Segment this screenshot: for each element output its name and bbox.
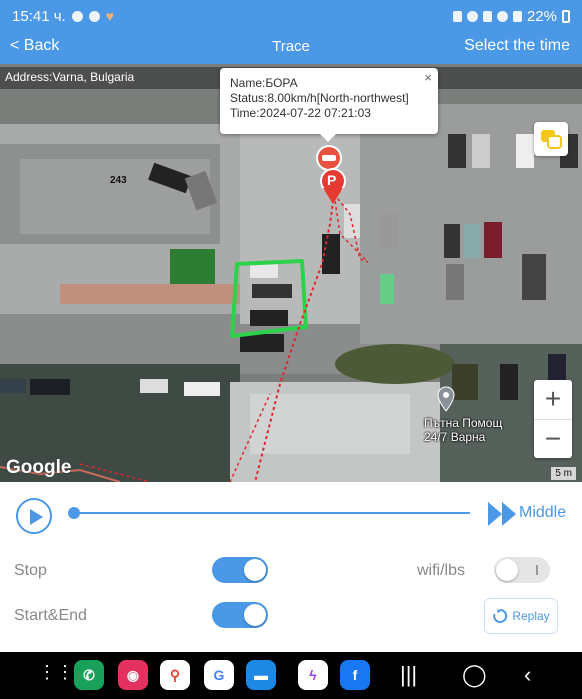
messenger-app-icon[interactable]: ϟ [298, 660, 328, 690]
bluetooth-icon [482, 10, 492, 22]
map-scale: 5 m [551, 467, 576, 480]
toggle-knob [244, 604, 266, 626]
stop-toggle[interactable] [212, 557, 268, 583]
apps-grid-icon[interactable]: ⋮⋮ [38, 662, 74, 683]
poi-label-line1: Пътна Помощ [424, 416, 503, 430]
start-end-toggle[interactable] [212, 602, 268, 628]
parking-marker-label: P [327, 172, 337, 188]
facebook-notification-icon [88, 10, 100, 22]
popup-name: Name:БОРА [230, 76, 298, 90]
poi-label-line2: 24/7 Варна [424, 430, 486, 444]
battery-percent: 22% [526, 7, 557, 25]
phone-app-icon[interactable]: ✆ [74, 660, 104, 690]
wifi-lbs-label: wifi/lbs [417, 562, 466, 579]
home-button-icon[interactable]: ◯ [462, 662, 487, 688]
messages-app-icon[interactable]: ▬ [246, 660, 276, 690]
maps-app-icon[interactable]: ⚲ [160, 660, 190, 690]
stop-label: Stop [14, 562, 47, 579]
system-navigation-bar: ⋮⋮ ✆ ◉ ⚲ G ▬ ϟ f ||| ◯ ‹ [0, 652, 582, 699]
map-layers-icon [541, 130, 562, 149]
camera-app-icon[interactable]: ◉ [118, 660, 148, 690]
google-app-icon[interactable]: G [204, 660, 234, 690]
signal-icon [512, 10, 522, 22]
back-button[interactable]: < Back [10, 37, 59, 55]
status-bar: 15:41 ч. ♥ 22% [0, 0, 582, 32]
zoom-in-button[interactable]: + [534, 380, 572, 419]
back-nav-button-icon[interactable]: ‹ [524, 662, 531, 688]
nav-bar: < Back Trace Select the time [0, 30, 582, 62]
zoom-out-button[interactable]: − [534, 419, 572, 458]
recents-button-icon[interactable]: ||| [400, 662, 417, 688]
status-time: 15:41 ч. [12, 7, 66, 25]
playback-slider-track[interactable] [74, 512, 470, 514]
building-number: 243 [110, 175, 127, 186]
app-header: 15:41 ч. ♥ 22% < Back Trace Select the t… [0, 0, 582, 64]
fast-forward-icon[interactable] [488, 502, 518, 526]
facebook-app-icon[interactable]: f [340, 660, 370, 690]
messenger-notification-icon [71, 10, 83, 22]
google-logo: Google [6, 457, 72, 478]
popup-close-icon[interactable]: × [424, 70, 432, 85]
info-popup: Name:БОРА Status:8.00km/h[North-northwes… [220, 68, 438, 142]
screenshot-icon [452, 10, 462, 22]
heart-notification-icon: ♥ [105, 8, 114, 24]
toggle-knob [244, 559, 266, 581]
start-end-label: Start&End [14, 607, 87, 624]
play-button[interactable] [16, 498, 52, 534]
popup-status: Status:8.00km/h[North-northwest] [230, 91, 409, 105]
map-layers-button[interactable] [534, 122, 568, 156]
wifi-icon [496, 10, 508, 22]
replay-label: Replay [512, 609, 550, 623]
select-time-button[interactable]: Select the time [464, 37, 570, 55]
battery-icon [562, 9, 570, 23]
poi-label[interactable]: Пътна Помощ 24/7 Варна [424, 416, 502, 444]
playback-panel: Middle Stop wifi/lbs Start&End Replay [0, 482, 582, 652]
toggle-off-mark [536, 565, 538, 575]
alarm-icon [466, 10, 478, 22]
zoom-controls: + − [534, 380, 572, 458]
replay-button[interactable]: Replay [484, 598, 558, 634]
map-view[interactable]: P Address:Varna, Bulgaria Name:БОРА Stat… [0, 64, 582, 482]
speed-selector[interactable]: Middle [519, 504, 566, 522]
poi-pin-icon[interactable] [437, 386, 455, 412]
wifi-lbs-toggle[interactable] [494, 557, 550, 583]
toggle-knob [496, 559, 518, 581]
popup-time: Time:2024-07-22 07:21:03 [230, 106, 371, 120]
replay-icon [493, 608, 508, 623]
playback-slider-handle[interactable] [68, 507, 80, 519]
